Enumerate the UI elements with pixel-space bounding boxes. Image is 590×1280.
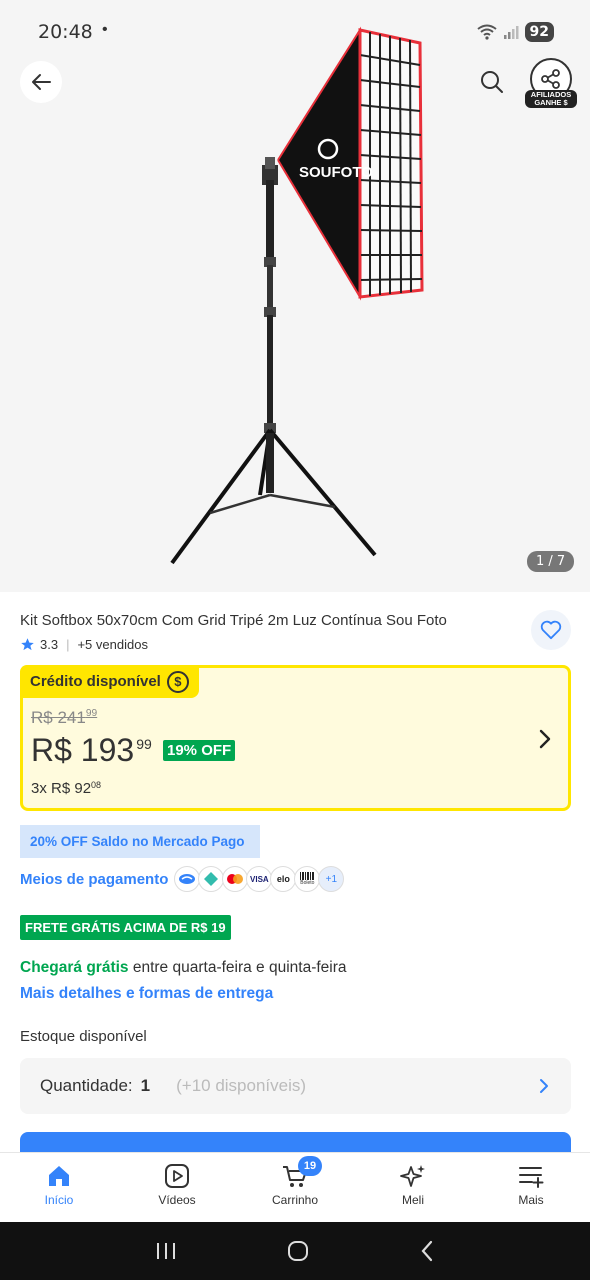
recents-icon[interactable] [155, 1241, 177, 1261]
nav-meli-label: Meli [401, 1193, 424, 1207]
visa-icon: VISA [246, 866, 273, 892]
arrow-left-icon [32, 74, 51, 90]
current-price: R$ 193 99 [31, 732, 152, 769]
nav-videos[interactable]: Vídeos [118, 1153, 236, 1222]
product-image: SOUFOTO [170, 26, 424, 565]
original-price: R$ 24199 [31, 708, 97, 728]
rating-separator: | [66, 637, 70, 652]
nav-home-label: Início [44, 1193, 74, 1207]
nav-cart[interactable]: 19 Carrinho [236, 1153, 354, 1222]
boleto-label: Boleto [300, 880, 315, 886]
sold-count: +5 vendidos [77, 637, 148, 652]
image-counter: 1 / 7 [527, 551, 575, 572]
nav-videos-label: Vídeos [158, 1193, 196, 1207]
search-icon [481, 71, 503, 93]
quantity-value: 1 [140, 1076, 151, 1095]
chevron-right-icon [540, 1079, 548, 1093]
nav-more-label: Mais [518, 1193, 544, 1207]
battery-indicator: 92 [524, 22, 554, 42]
product-title: Kit Softbox 50x70cm Com Grid Tripé 2m Lu… [20, 612, 447, 629]
nav-home[interactable]: Início [0, 1153, 118, 1222]
current-price-value: R$ 193 [31, 732, 135, 768]
installments-value: 3x R$ 92 [31, 780, 92, 797]
installments: 3x R$ 9208 [31, 780, 101, 797]
product-gallery[interactable]: 20:48 • 92 AFILIADOS GANHE $ SOUFOTO 1 /… [0, 0, 590, 592]
stock-label: Estoque disponível [20, 1028, 147, 1045]
installments-cents: 08 [91, 780, 102, 790]
menu-plus-icon [519, 1167, 544, 1188]
delivery-free-label: Chegará grátis [20, 959, 129, 976]
elo-icon: elo [270, 866, 297, 892]
rating-row[interactable]: 3.3 | +5 vendidos [20, 637, 148, 652]
original-price-cents: 99 [85, 708, 98, 719]
wifi-icon [476, 24, 497, 40]
original-price-value: R$ 241 [31, 708, 86, 727]
free-shipping-badge: FRETE GRÁTIS ACIMA DE R$ 19 [20, 915, 231, 940]
search-button[interactable] [471, 61, 513, 103]
back-button[interactable] [20, 61, 62, 103]
cart-count-badge: 19 [298, 1156, 322, 1176]
saldo-promo-banner[interactable]: 20% OFF Saldo no Mercado Pago [20, 825, 260, 858]
home-button-icon[interactable] [287, 1240, 309, 1262]
status-time: 20:48 [38, 21, 93, 43]
rating-value: 3.3 [40, 637, 59, 652]
delivery-dates: entre quarta-feira e quinta-feira [128, 959, 347, 976]
boleto-icon: Boleto [294, 866, 321, 892]
quantity-label: Quantidade: [40, 1076, 133, 1095]
share-icon [541, 69, 560, 89]
bottom-navigation: Início Vídeos 19 Carrinho Meli Mais [0, 1152, 590, 1222]
play-icon [165, 1164, 189, 1188]
more-payments-badge: +1 [318, 866, 345, 892]
signal-icon [503, 26, 519, 39]
delivery-details-link[interactable]: Mais detalhes e formas de entrega [20, 985, 273, 1003]
quantity-selector[interactable]: Quantidade: 1 (+10 disponíveis) [20, 1058, 571, 1114]
chevron-right-icon [539, 729, 551, 749]
discount-badge: 19% OFF [163, 740, 236, 761]
coin-icon: $ [166, 670, 189, 693]
sparkle-icon [400, 1165, 425, 1187]
star-icon [21, 638, 34, 651]
price-credit-box[interactable]: Crédito disponível $ R$ 24199 R$ 193 99 1… [20, 665, 571, 811]
heart-icon [540, 620, 562, 640]
favorite-button[interactable] [531, 610, 571, 650]
payment-methods[interactable]: Meios de pagamento VISA elo Boleto +1 [20, 866, 345, 892]
quantity-available: (+10 disponíveis) [176, 1076, 307, 1095]
credit-label: Crédito disponível [30, 673, 161, 690]
delivery-estimate: Chegará grátis entre quarta-feira e quin… [20, 959, 347, 977]
mercado-pago-icon [174, 866, 201, 892]
mastercard-icon [222, 866, 249, 892]
credit-tag: Crédito disponível $ [20, 665, 199, 698]
status-icons: 92 [476, 22, 554, 42]
nav-cart-label: Carrinho [271, 1193, 319, 1207]
brand-logo: SOUFOTO [299, 164, 373, 181]
nav-meli[interactable]: Meli [354, 1153, 472, 1222]
product-page: 20:48 • 92 AFILIADOS GANHE $ SOUFOTO 1 /… [0, 0, 590, 1280]
payment-methods-link[interactable]: Meios de pagamento [20, 871, 168, 888]
current-price-cents: 99 [136, 736, 152, 752]
back-nav-icon[interactable] [419, 1240, 435, 1262]
pix-icon [198, 866, 225, 892]
affiliates-badge[interactable]: AFILIADOS GANHE $ [525, 90, 577, 108]
system-navigation-bar [0, 1222, 590, 1280]
notification-dot: • [102, 21, 108, 38]
nav-more[interactable]: Mais [472, 1153, 590, 1222]
home-icon [49, 1166, 69, 1186]
